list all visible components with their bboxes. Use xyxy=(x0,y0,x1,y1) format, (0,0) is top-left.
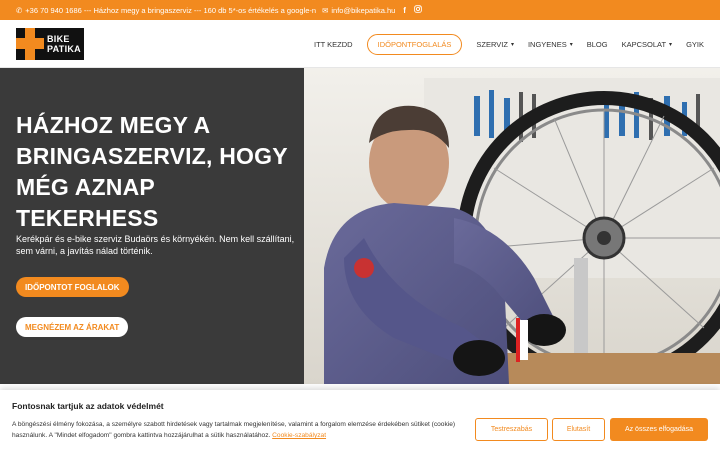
chevron-down-icon: ▾ xyxy=(569,41,573,48)
logo-line2: PATIKA xyxy=(47,44,81,54)
site-header: BIKE PATIKA ITT KEZDD IDŐPONTFOGLALÁS SZ… xyxy=(0,20,720,68)
customize-button[interactable]: Testreszabás xyxy=(475,418,548,441)
hero-title: HÁZHOZ MEGY A BRINGASZERVIZ, HOGY MÉG AZ… xyxy=(16,112,288,231)
book-appointment-button[interactable]: IDŐPONTOT FOGLALOK xyxy=(16,277,129,297)
hero-section: HÁZHOZ MEGY A BRINGASZERVIZ, HOGY MÉG AZ… xyxy=(0,68,720,384)
reject-button[interactable]: Elutasít xyxy=(552,418,605,441)
cookie-description: A böngészési élmény fokozása, a személyr… xyxy=(12,421,456,439)
cookie-consent-banner: Fontosnak tartjuk az adatok védelmét A b… xyxy=(0,390,720,450)
nav-item-blog[interactable]: BLOG xyxy=(587,40,608,49)
nav-item-service[interactable]: SZERVIZ ▾ xyxy=(476,40,514,49)
top-bar-email[interactable]: info@bikepatika.hu xyxy=(331,6,395,15)
top-bar: ✆ +36 70 940 1686 --- Házhoz megy a brin… xyxy=(0,0,720,20)
nav-item-booking[interactable]: IDŐPONTFOGLALÁS xyxy=(366,33,463,55)
nav-item-home[interactable]: ITT KEZDD xyxy=(314,40,353,49)
cross-logo-icon xyxy=(16,28,44,60)
facebook-icon[interactable]: f xyxy=(403,6,406,15)
cookie-title: Fontosnak tartjuk az adatok védelmét xyxy=(12,401,164,411)
nav-item-free[interactable]: INGYENES ▾ xyxy=(528,40,573,49)
phone-icon: ✆ xyxy=(16,5,23,15)
chevron-down-icon: ▾ xyxy=(669,41,673,48)
email-icon: ✉ xyxy=(322,5,329,15)
site-logo[interactable]: BIKE PATIKA xyxy=(16,28,84,60)
view-prices-button[interactable]: MEGNÉZEM AZ ÁRAKAT xyxy=(16,317,129,337)
logo-line1: BIKE xyxy=(47,34,70,44)
cookie-text: A böngészési élmény fokozása, a személyr… xyxy=(12,419,472,441)
instagram-icon[interactable] xyxy=(414,5,422,15)
hero-subtitle: Kerékpár és e-bike szerviz Budaörs és kö… xyxy=(16,234,295,256)
main-nav: ITT KEZDD IDŐPONTFOGLALÁS SZERVIZ ▾ INGYE… xyxy=(314,20,704,68)
cookie-policy-link[interactable]: Cookie-szabályzat xyxy=(272,432,326,439)
nav-item-contact[interactable]: KAPCSOLAT ▾ xyxy=(622,40,672,49)
top-bar-phone-text[interactable]: +36 70 940 1686 --- Házhoz megy a bringa… xyxy=(25,6,316,15)
chevron-down-icon: ▾ xyxy=(510,41,514,48)
nav-item-faq[interactable]: GYIK xyxy=(686,40,704,49)
accept-all-button[interactable]: Az összes elfogadása xyxy=(610,418,708,441)
mechanic-repairing-bicycle-photo xyxy=(304,68,720,384)
